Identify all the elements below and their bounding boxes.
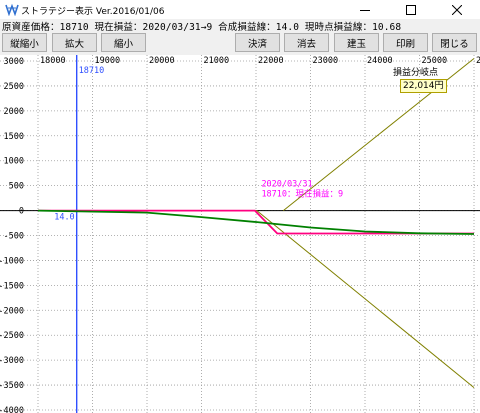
x-tick-label: 26000	[476, 56, 480, 66]
window-title: ストラテジー表示 Ver.2016/01/06	[21, 7, 165, 17]
y-tick-label: 1500	[4, 132, 24, 142]
breakeven-tooltip: 損益分岐点 22,014円	[393, 67, 450, 93]
annotation-date: 2020/03/31	[261, 180, 312, 190]
expand-button[interactable]: 拡大	[52, 33, 97, 52]
close-button[interactable]	[434, 0, 480, 19]
close-window-button[interactable]: 閉じる	[432, 33, 477, 52]
profit-loss-chart[interactable]: 3000 2500 2000 1500 1000 500 0 -500 -1000 -1500 -2…	[0, 55, 480, 413]
strategy-chart[interactable]: 3000 2500 2000 1500 1000 500 0 -500 -1000 -1500 -2…	[0, 55, 480, 413]
x-tick-label: 21000	[204, 56, 230, 66]
settle-button[interactable]: 決済	[235, 33, 280, 52]
breakeven-value: 22,014円	[400, 79, 447, 93]
y-tick-label: 0	[19, 207, 24, 217]
zoom-vertical-button[interactable]: 縦縮小	[2, 33, 47, 52]
x-tick-label: 18000	[40, 56, 66, 66]
erase-button[interactable]: 消去	[284, 33, 329, 52]
y-tick-label: -3000	[0, 356, 24, 366]
y-tick-label: -1500	[0, 281, 24, 291]
shrink-button[interactable]: 縮小	[101, 33, 146, 52]
annotation-current-pl: 18710：現在損益：9	[261, 189, 343, 200]
x-tick-label: 22000	[258, 56, 284, 66]
build-position-button[interactable]: 建玉	[334, 33, 379, 52]
y-tick-label: 2500	[4, 82, 24, 92]
y-tick-label: -3500	[0, 381, 24, 391]
y-tick-label: -2000	[0, 306, 24, 316]
toolbar: 縦縮小 拡大 縮小 決済 消去 建玉 印刷 閉じる	[0, 32, 480, 54]
maximize-button[interactable]	[388, 0, 434, 19]
maximize-icon	[406, 4, 416, 15]
minimize-icon	[360, 9, 370, 11]
breakeven-label: 損益分岐点	[393, 68, 439, 78]
y-tick-label: -500	[4, 232, 24, 242]
app-icon	[5, 3, 19, 16]
print-button[interactable]: 印刷	[383, 33, 428, 52]
x-tick-label: 23000	[313, 56, 339, 66]
x-tick-label: 24000	[367, 56, 393, 66]
status-text: 原資産価格：18710 現在損益：2020/03/31→9 合成損益線：14.0…	[2, 22, 402, 33]
y-tick-label: -1000	[0, 256, 24, 266]
x-tick-label: 20000	[149, 56, 175, 66]
info-bar: 原資産価格：18710 現在損益：2020/03/31→9 合成損益線：14.0…	[0, 19, 480, 33]
y-tick-label: 1000	[4, 157, 24, 167]
close-icon	[452, 4, 462, 15]
y-tick-label: -2500	[0, 331, 24, 341]
y-tick-label: 2000	[4, 107, 24, 117]
y-tick-label: -4000	[0, 406, 24, 413]
y-tick-label: 500	[9, 182, 24, 192]
x-tick-label: 25000	[422, 56, 448, 66]
title-bar: ストラテジー表示 Ver.2016/01/06	[0, 0, 480, 20]
current-price-label: 18710	[79, 66, 105, 76]
y-tick-label: 3000	[4, 57, 24, 67]
zero-value-label: 14.0	[54, 213, 74, 223]
x-tick-label: 19000	[95, 56, 121, 66]
minimize-button[interactable]	[342, 0, 388, 19]
